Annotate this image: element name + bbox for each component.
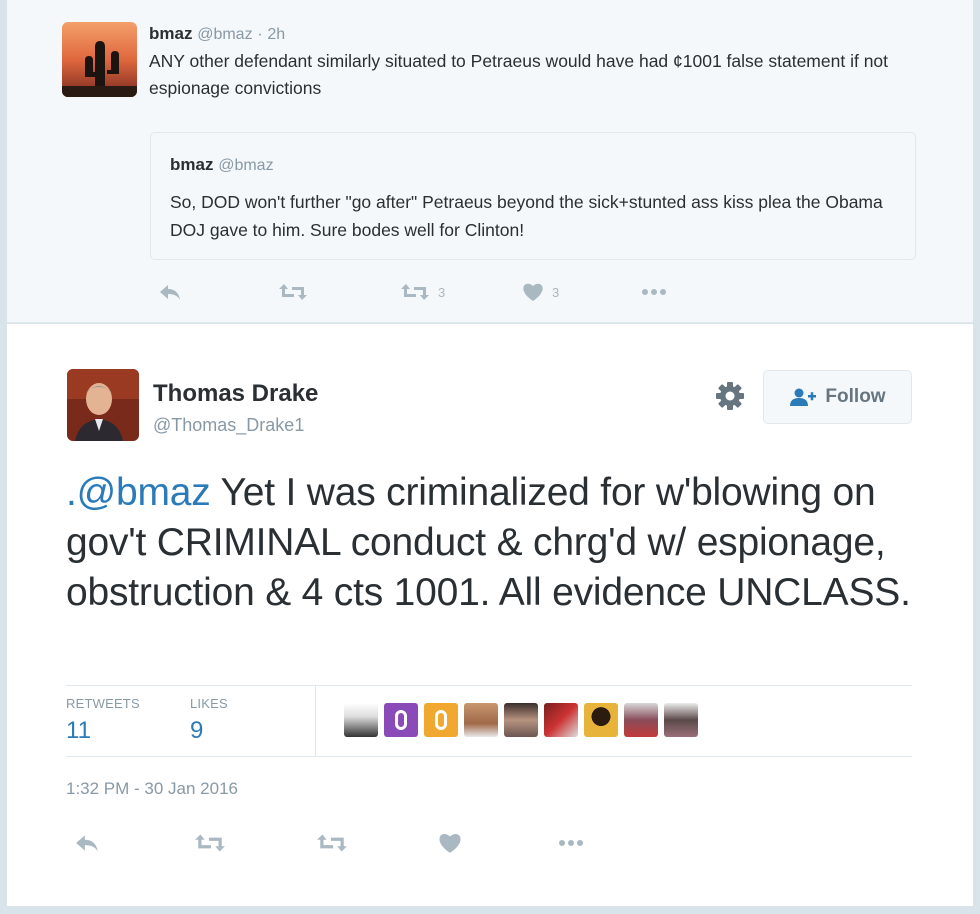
- quoted-author-handle: @bmaz: [218, 157, 274, 174]
- follow-button[interactable]: Follow: [763, 370, 912, 424]
- liker-avatar[interactable]: [424, 703, 458, 737]
- parent-tweet-header: bmaz @bmaz · 2h: [149, 24, 285, 44]
- quoted-tweet-text: So, DOD won't further "go after" Petraeu…: [170, 192, 883, 240]
- liker-avatar[interactable]: [544, 703, 578, 737]
- like-count: 3: [552, 284, 560, 300]
- heart-icon: [523, 283, 543, 301]
- quoted-author-name: bmaz: [170, 155, 214, 174]
- mention-link[interactable]: .@bmaz: [66, 471, 211, 514]
- liker-avatar[interactable]: [344, 703, 378, 737]
- retweets-label: RETWEETS: [66, 696, 140, 711]
- like-button[interactable]: 3: [522, 278, 559, 306]
- liker-avatar[interactable]: [624, 703, 658, 737]
- parent-tweet-time[interactable]: 2h: [267, 26, 285, 43]
- more-button[interactable]: [640, 278, 668, 306]
- retweet-icon: [317, 834, 347, 852]
- stats-divider: [315, 686, 316, 757]
- main-tweet-text: .@bmaz Yet I was criminalized for w'blow…: [66, 468, 936, 618]
- more-icon: [642, 289, 666, 295]
- liker-avatar[interactable]: [504, 703, 538, 737]
- main-tweet: Thomas Drake @Thomas_Drake1 Follow .@bma…: [7, 324, 973, 906]
- likes-stat[interactable]: LIKES 9: [190, 696, 228, 745]
- parent-tweet: bmaz @bmaz · 2h ANY other defendant simi…: [7, 0, 973, 323]
- liker-avatar[interactable]: [464, 703, 498, 737]
- quote-retweet-button[interactable]: [316, 827, 348, 859]
- reply-button[interactable]: [74, 827, 100, 859]
- retweet-icon: [401, 284, 429, 300]
- retweet-button[interactable]: [278, 278, 308, 306]
- retweet-icon: [279, 284, 307, 300]
- add-user-icon: [790, 388, 817, 406]
- likes-count: 9: [190, 717, 204, 744]
- liker-avatar[interactable]: [584, 703, 618, 737]
- main-author-name[interactable]: Thomas Drake: [153, 380, 318, 408]
- tweet-timestamp[interactable]: 1:32 PM - 30 Jan 2016: [66, 779, 238, 799]
- more-icon: [559, 840, 583, 846]
- main-author-handle[interactable]: @Thomas_Drake1: [153, 415, 304, 436]
- liker-avatar[interactable]: [384, 703, 418, 737]
- parent-tweet-actions: 3 3: [150, 278, 690, 306]
- main-tweet-actions: [66, 827, 606, 859]
- thomas-drake-avatar[interactable]: [67, 369, 139, 441]
- quoted-tweet[interactable]: bmaz @bmaz So, DOD won't further "go aft…: [150, 132, 916, 260]
- likes-label: LIKES: [190, 696, 228, 711]
- bmaz-avatar[interactable]: [62, 22, 137, 97]
- retweets-count: 11: [66, 717, 91, 744]
- parent-tweet-text: ANY other defendant similarly situated t…: [149, 51, 889, 98]
- parent-author-handle[interactable]: @bmaz: [197, 26, 252, 43]
- separator-dot: ·: [257, 26, 263, 43]
- retweet-count: 3: [438, 284, 446, 300]
- likers-avatars: [344, 703, 698, 737]
- heart-icon: [439, 834, 461, 853]
- tweet-stats: RETWEETS 11 LIKES 9: [66, 685, 912, 757]
- more-button[interactable]: [556, 827, 586, 859]
- retweets-stat[interactable]: RETWEETS 11: [66, 696, 140, 745]
- follow-label: Follow: [825, 386, 886, 407]
- retweet-button[interactable]: [194, 827, 226, 859]
- quoted-tweet-header: bmaz @bmaz: [170, 155, 274, 175]
- parent-author-name[interactable]: bmaz: [149, 24, 192, 43]
- reply-icon: [76, 835, 98, 852]
- reply-button[interactable]: [158, 278, 182, 306]
- quote-retweet-button[interactable]: 3: [400, 278, 445, 306]
- retweet-icon: [195, 834, 225, 852]
- gear-icon[interactable]: [714, 380, 746, 412]
- reply-icon: [160, 285, 180, 300]
- liker-avatar[interactable]: [664, 703, 698, 737]
- like-button[interactable]: [438, 827, 462, 859]
